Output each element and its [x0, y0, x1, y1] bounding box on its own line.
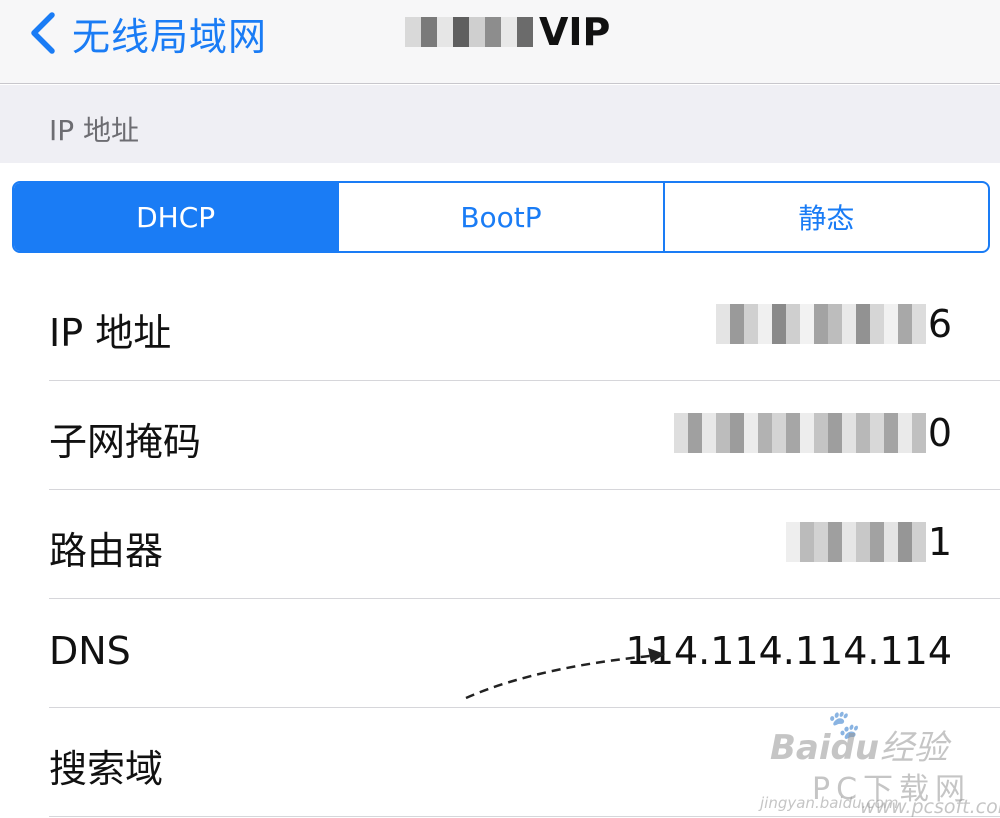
router-visible-digit: 1 — [927, 520, 952, 564]
watermark-brand: Baidu — [770, 728, 880, 768]
dns-value: 114.114.114.114 — [625, 629, 952, 673]
section-header-label: IP 地址 — [49, 114, 140, 147]
section-header: IP 地址 — [0, 85, 1000, 163]
row-label: 搜索域 — [49, 747, 164, 791]
row-label: 路由器 — [49, 529, 164, 573]
back-label: 无线局域网 — [72, 14, 268, 59]
watermark-site-cn: 经验 — [880, 728, 948, 768]
row-router[interactable]: 路由器 1 — [49, 490, 1000, 599]
watermark-url-pcsoft: www.pcsoft.com.cn — [860, 796, 1000, 818]
segment-bootp[interactable]: BootP — [337, 183, 662, 251]
segment-static[interactable]: 静态 — [662, 183, 988, 251]
back-button[interactable]: 无线局域网 — [28, 6, 267, 60]
chevron-left-icon — [31, 12, 55, 54]
ip-address-visible-digit: 6 — [927, 302, 952, 346]
subnet-mask-value: 0 — [673, 411, 952, 455]
watermark: 🐾 Baidu 经验 PC下载网 jingyan.baidu.com www.p… — [760, 708, 1000, 818]
row-subnet-mask[interactable]: 子网掩码 0 — [49, 381, 1000, 490]
redacted-value — [715, 304, 926, 344]
segment-dhcp[interactable]: DHCP — [14, 183, 338, 251]
wifi-detail-screen: 无线局域网 VIP IP 地址 DHCP BootP 静态 IP 地址 6 子网… — [0, 0, 1000, 818]
ip-address-value: 6 — [715, 302, 952, 346]
annotation-arrow — [465, 648, 665, 700]
page-title-suffix: VIP — [539, 10, 611, 54]
redacted-network-name — [405, 17, 533, 47]
navigation-bar: 无线局域网 VIP — [0, 0, 1000, 84]
row-ip-address[interactable]: IP 地址 6 — [49, 272, 1000, 381]
row-label: 子网掩码 — [49, 420, 202, 464]
subnet-mask-visible-digit: 0 — [927, 411, 952, 455]
ip-mode-segmented-control: DHCP BootP 静态 — [12, 181, 990, 253]
row-label: IP 地址 — [49, 311, 172, 355]
redacted-value — [785, 522, 926, 562]
row-label: DNS — [49, 629, 131, 673]
page-title: VIP — [405, 8, 610, 56]
redacted-value — [673, 413, 926, 453]
router-value: 1 — [785, 520, 952, 564]
